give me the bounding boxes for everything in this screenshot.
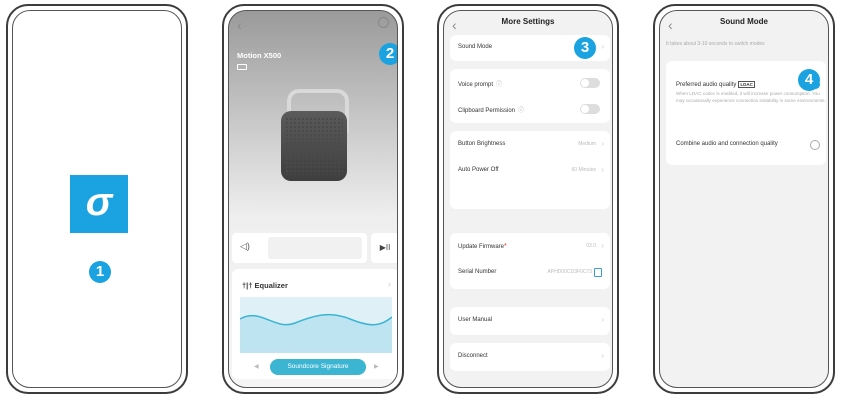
info-icon: ⓘ — [496, 82, 503, 88]
device-name: Motion X500 — [237, 51, 282, 60]
copy-icon[interactable] — [594, 268, 602, 277]
ldac-badge: LDAC — [738, 81, 755, 88]
equalizer-title: †|† Equalizer — [242, 281, 288, 290]
clipboard-permission-toggle[interactable] — [580, 104, 600, 114]
step-badge-3: 3 — [574, 37, 596, 59]
settings-row-user-manual[interactable]: User Manual › — [450, 309, 610, 333]
option-combine-audio-connection[interactable]: Combine audio and connection quality — [676, 141, 778, 147]
equalizer-icon: †|† — [242, 281, 253, 290]
row-label: Auto Power Off — [458, 167, 499, 173]
update-dot-icon: * — [504, 243, 507, 250]
row-label: Voice prompt ⓘ — [458, 82, 503, 88]
row-label: User Manual — [458, 317, 493, 323]
phone-sound-mode: ‹ Sound Mode It takes about 3-10 seconds… — [653, 4, 835, 394]
row-label: Clipboard Permission ⓘ — [458, 108, 525, 114]
switch-hint-text: It takes about 3-10 seconds to switch mo… — [666, 41, 765, 47]
more-settings-screen: ‹ More Settings Sound Mode › 3 Voice pro… — [443, 10, 613, 388]
settings-row-button-brightness[interactable]: Button Brightness Medium › — [450, 133, 610, 157]
equalizer-label: Equalizer — [254, 281, 288, 290]
phone-device-home: ‹ 2 Motion X500 ◁) ▶II †|† Equalizer › ◀… — [222, 4, 404, 394]
device-settings-card: Button Brightness Medium › Auto Power Of… — [450, 131, 610, 209]
step-badge-1: 1 — [89, 261, 111, 283]
voice-prompt-toggle[interactable] — [580, 78, 600, 88]
settings-row-update-firmware[interactable]: Update Firmware* 03.0 › — [450, 235, 610, 259]
volume-slider[interactable] — [268, 237, 362, 259]
row-value: Medium — [578, 141, 596, 147]
sound-mode-screen: ‹ Sound Mode It takes about 3-10 seconds… — [659, 10, 829, 388]
row-label: Sound Mode — [458, 44, 493, 50]
firmware-card: Update Firmware* 03.0 › Serial Number AP… — [450, 233, 610, 289]
eq-preset-button[interactable]: Soundcore Signature — [270, 359, 366, 375]
settings-row-serial-number: Serial Number APHD00CD3F0C73 — [450, 261, 610, 285]
eq-curve-graphic — [240, 297, 392, 353]
volume-icon: ◁) — [240, 241, 250, 251]
chevron-right-icon: › — [601, 42, 604, 51]
user-manual-card[interactable]: User Manual › — [450, 307, 610, 335]
soundcore-logo-icon: σ — [70, 175, 128, 233]
settings-gear-icon[interactable] — [378, 17, 389, 28]
chevron-right-icon: › — [601, 241, 604, 250]
row-label: Update Firmware* — [458, 243, 507, 250]
back-arrow-icon[interactable]: ‹ — [237, 17, 242, 33]
disconnect-card[interactable]: Disconnect › — [450, 343, 610, 371]
step-badge-4: 4 — [798, 69, 820, 91]
volume-control[interactable]: ◁) — [232, 233, 367, 263]
splash-screen: σ 1 — [12, 10, 182, 388]
row-value: APHD00CD3F0C73 — [547, 269, 592, 275]
settings-row-disconnect[interactable]: Disconnect › — [450, 345, 610, 369]
speaker-image — [281, 111, 347, 181]
step-badge-2: 2 — [379, 43, 397, 65]
settings-row-clipboard-permission: Clipboard Permission ⓘ — [450, 97, 610, 121]
phone-splash-screen: σ 1 — [6, 4, 188, 394]
row-value: 03.0 — [586, 243, 596, 249]
chevron-right-icon: › — [388, 279, 391, 289]
row-label: Disconnect — [458, 353, 488, 359]
toggles-card: Voice prompt ⓘ Clipboard Permission ⓘ — [450, 69, 610, 123]
row-label: Button Brightness — [458, 141, 506, 147]
option-preferred-audio-quality[interactable]: Preferred audio quality LDAC — [676, 81, 755, 88]
page-title: Sound Mode — [720, 17, 768, 26]
settings-row-voice-prompt: Voice prompt ⓘ — [450, 71, 610, 95]
page-title: More Settings — [501, 17, 555, 26]
next-preset-icon[interactable]: ▶ — [374, 363, 379, 370]
chevron-right-icon: › — [601, 139, 604, 148]
device-home-screen: ‹ 2 Motion X500 ◁) ▶II †|† Equalizer › ◀… — [228, 10, 398, 388]
row-label: Serial Number — [458, 269, 497, 275]
phone-more-settings: ‹ More Settings Sound Mode › 3 Voice pro… — [437, 4, 619, 394]
unselected-radio-icon[interactable] — [810, 140, 820, 150]
settings-row-auto-power-off[interactable]: Auto Power Off 60 Minutes › — [450, 159, 610, 183]
play-pause-button[interactable]: ▶II — [371, 233, 397, 263]
info-icon: ⓘ — [518, 108, 525, 114]
equalizer-card[interactable]: †|† Equalizer › ◀ Soundcore Signature ▶ — [232, 269, 397, 379]
prev-preset-icon[interactable]: ◀ — [254, 363, 259, 370]
row-value: 60 Minutes — [571, 167, 596, 173]
chevron-right-icon: › — [601, 351, 604, 360]
option-description: When LDAC codec is enabled, it will incr… — [676, 91, 826, 103]
chevron-right-icon: › — [601, 165, 604, 174]
chevron-right-icon: › — [601, 315, 604, 324]
battery-icon — [237, 64, 247, 70]
